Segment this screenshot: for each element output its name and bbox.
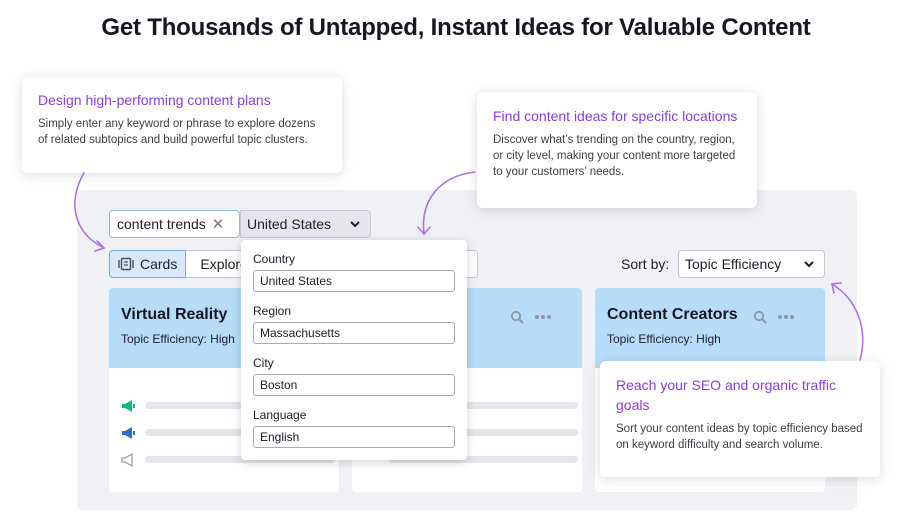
- callout-arrows: [74, 171, 864, 361]
- arrow-to-location: [422, 171, 476, 235]
- arrow-to-sort: [831, 283, 864, 361]
- arrow-to-keyword: [74, 172, 105, 249]
